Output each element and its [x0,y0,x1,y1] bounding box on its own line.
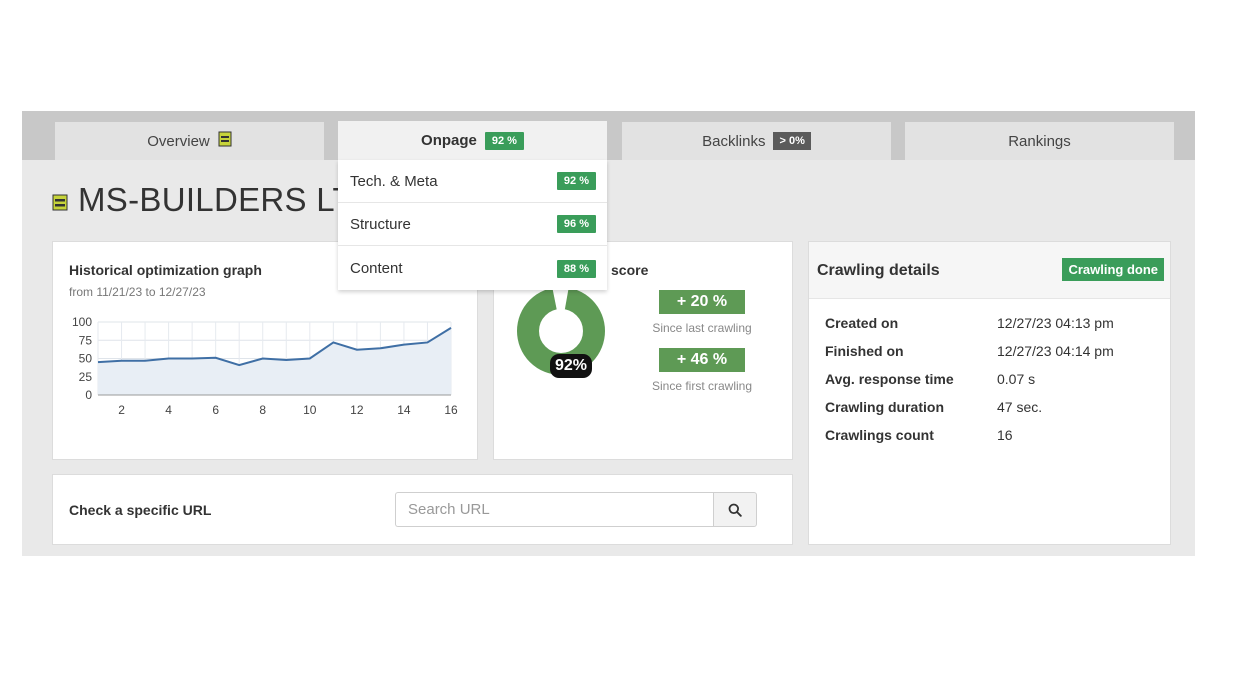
tab-overview[interactable]: Overview [55,122,324,160]
url-check-card: Check a specific URL [52,474,793,545]
y-tick-label: 0 [85,388,92,402]
x-tick-label: 4 [165,403,172,417]
menu-item-badge: 96 % [556,215,596,233]
crawl-value: 47 sec. [997,399,1043,415]
y-tick-label: 75 [79,333,93,347]
document-icon [52,181,68,219]
x-tick-label: 16 [444,403,458,417]
x-tick-label: 8 [259,403,266,417]
x-tick-label: 2 [118,403,125,417]
menu-item-content[interactable]: Content 88 % [338,247,607,290]
x-tick-label: 10 [303,403,317,417]
search-button[interactable] [713,492,757,527]
page-title: MS-BUILDERS LT [52,181,353,219]
document-icon [218,131,232,151]
delta-last: + 20 % [659,290,745,314]
crawl-key: Crawlings count [825,427,934,443]
crawl-status-badge: Crawling done [1062,258,1164,281]
delta-last-caption: Since last crawling [652,321,752,335]
score-value: 92% [550,354,593,378]
page-title-text: MS-BUILDERS LT [78,181,353,218]
crawl-key: Created on [825,315,899,331]
search-url-input[interactable] [395,492,713,527]
crawl-value: 16 [997,427,1013,443]
y-tick-label: 100 [72,315,92,329]
x-tick-label: 12 [350,403,364,417]
tab-onpage[interactable]: Onpage 92 % [338,121,607,160]
menu-item-label: Structure [350,215,411,233]
x-tick-label: 6 [212,403,219,417]
crawl-key: Avg. response time [825,371,954,387]
x-tick-label: 14 [397,403,411,417]
crawl-card: Crawling details Crawling done Created o… [808,241,1171,545]
menu-item-badge: 88 % [556,259,596,278]
tab-onpage-label: Onpage [421,132,477,149]
crawl-value: 12/27/23 04:13 pm [997,315,1114,331]
menu-item-label: Tech. & Meta [350,172,438,190]
tab-rankings-label: Rankings [1008,132,1071,150]
crawl-value: 12/27/23 04:14 pm [997,343,1114,359]
series-area [98,327,451,395]
crawl-key: Crawling duration [825,399,944,415]
onpage-score-badge: 92 % [484,131,524,150]
tab-backlinks-label: Backlinks [702,132,766,150]
y-tick-label: 25 [79,370,93,384]
tab-backlinks[interactable]: Backlinks > 0% [622,122,891,160]
url-check-label: Check a specific URL [69,502,212,518]
score-title: score [611,262,649,278]
menu-item-label: Content [350,260,403,277]
backlinks-score-badge: > 0% [773,132,811,150]
crawl-title: Crawling details [817,262,940,279]
search-icon [728,503,742,517]
menu-item-structure[interactable]: Structure 96 % [338,203,607,246]
y-tick-label: 50 [79,352,93,366]
app-window: Overview Onpage 92 % Backlinks > 0% Rank… [22,111,1195,556]
tab-bar: Overview Onpage 92 % Backlinks > 0% Rank… [22,111,1195,160]
crawl-header: Crawling details Crawling done [809,242,1170,299]
menu-item-badge: 92 % [556,172,596,190]
delta-first-caption: Since first crawling [651,379,753,393]
donut-hole [540,310,582,352]
delta-first: + 46 % [659,348,745,372]
crawl-key: Finished on [825,343,904,359]
crawl-value: 0.07 s [997,371,1036,387]
tab-overview-label: Overview [147,132,210,150]
tab-rankings[interactable]: Rankings [905,122,1174,160]
menu-item-tech-meta[interactable]: Tech. & Meta 92 % [338,160,607,203]
onpage-dropdown-menu: Tech. & Meta 92 % Structure 96 % Content… [338,160,607,290]
